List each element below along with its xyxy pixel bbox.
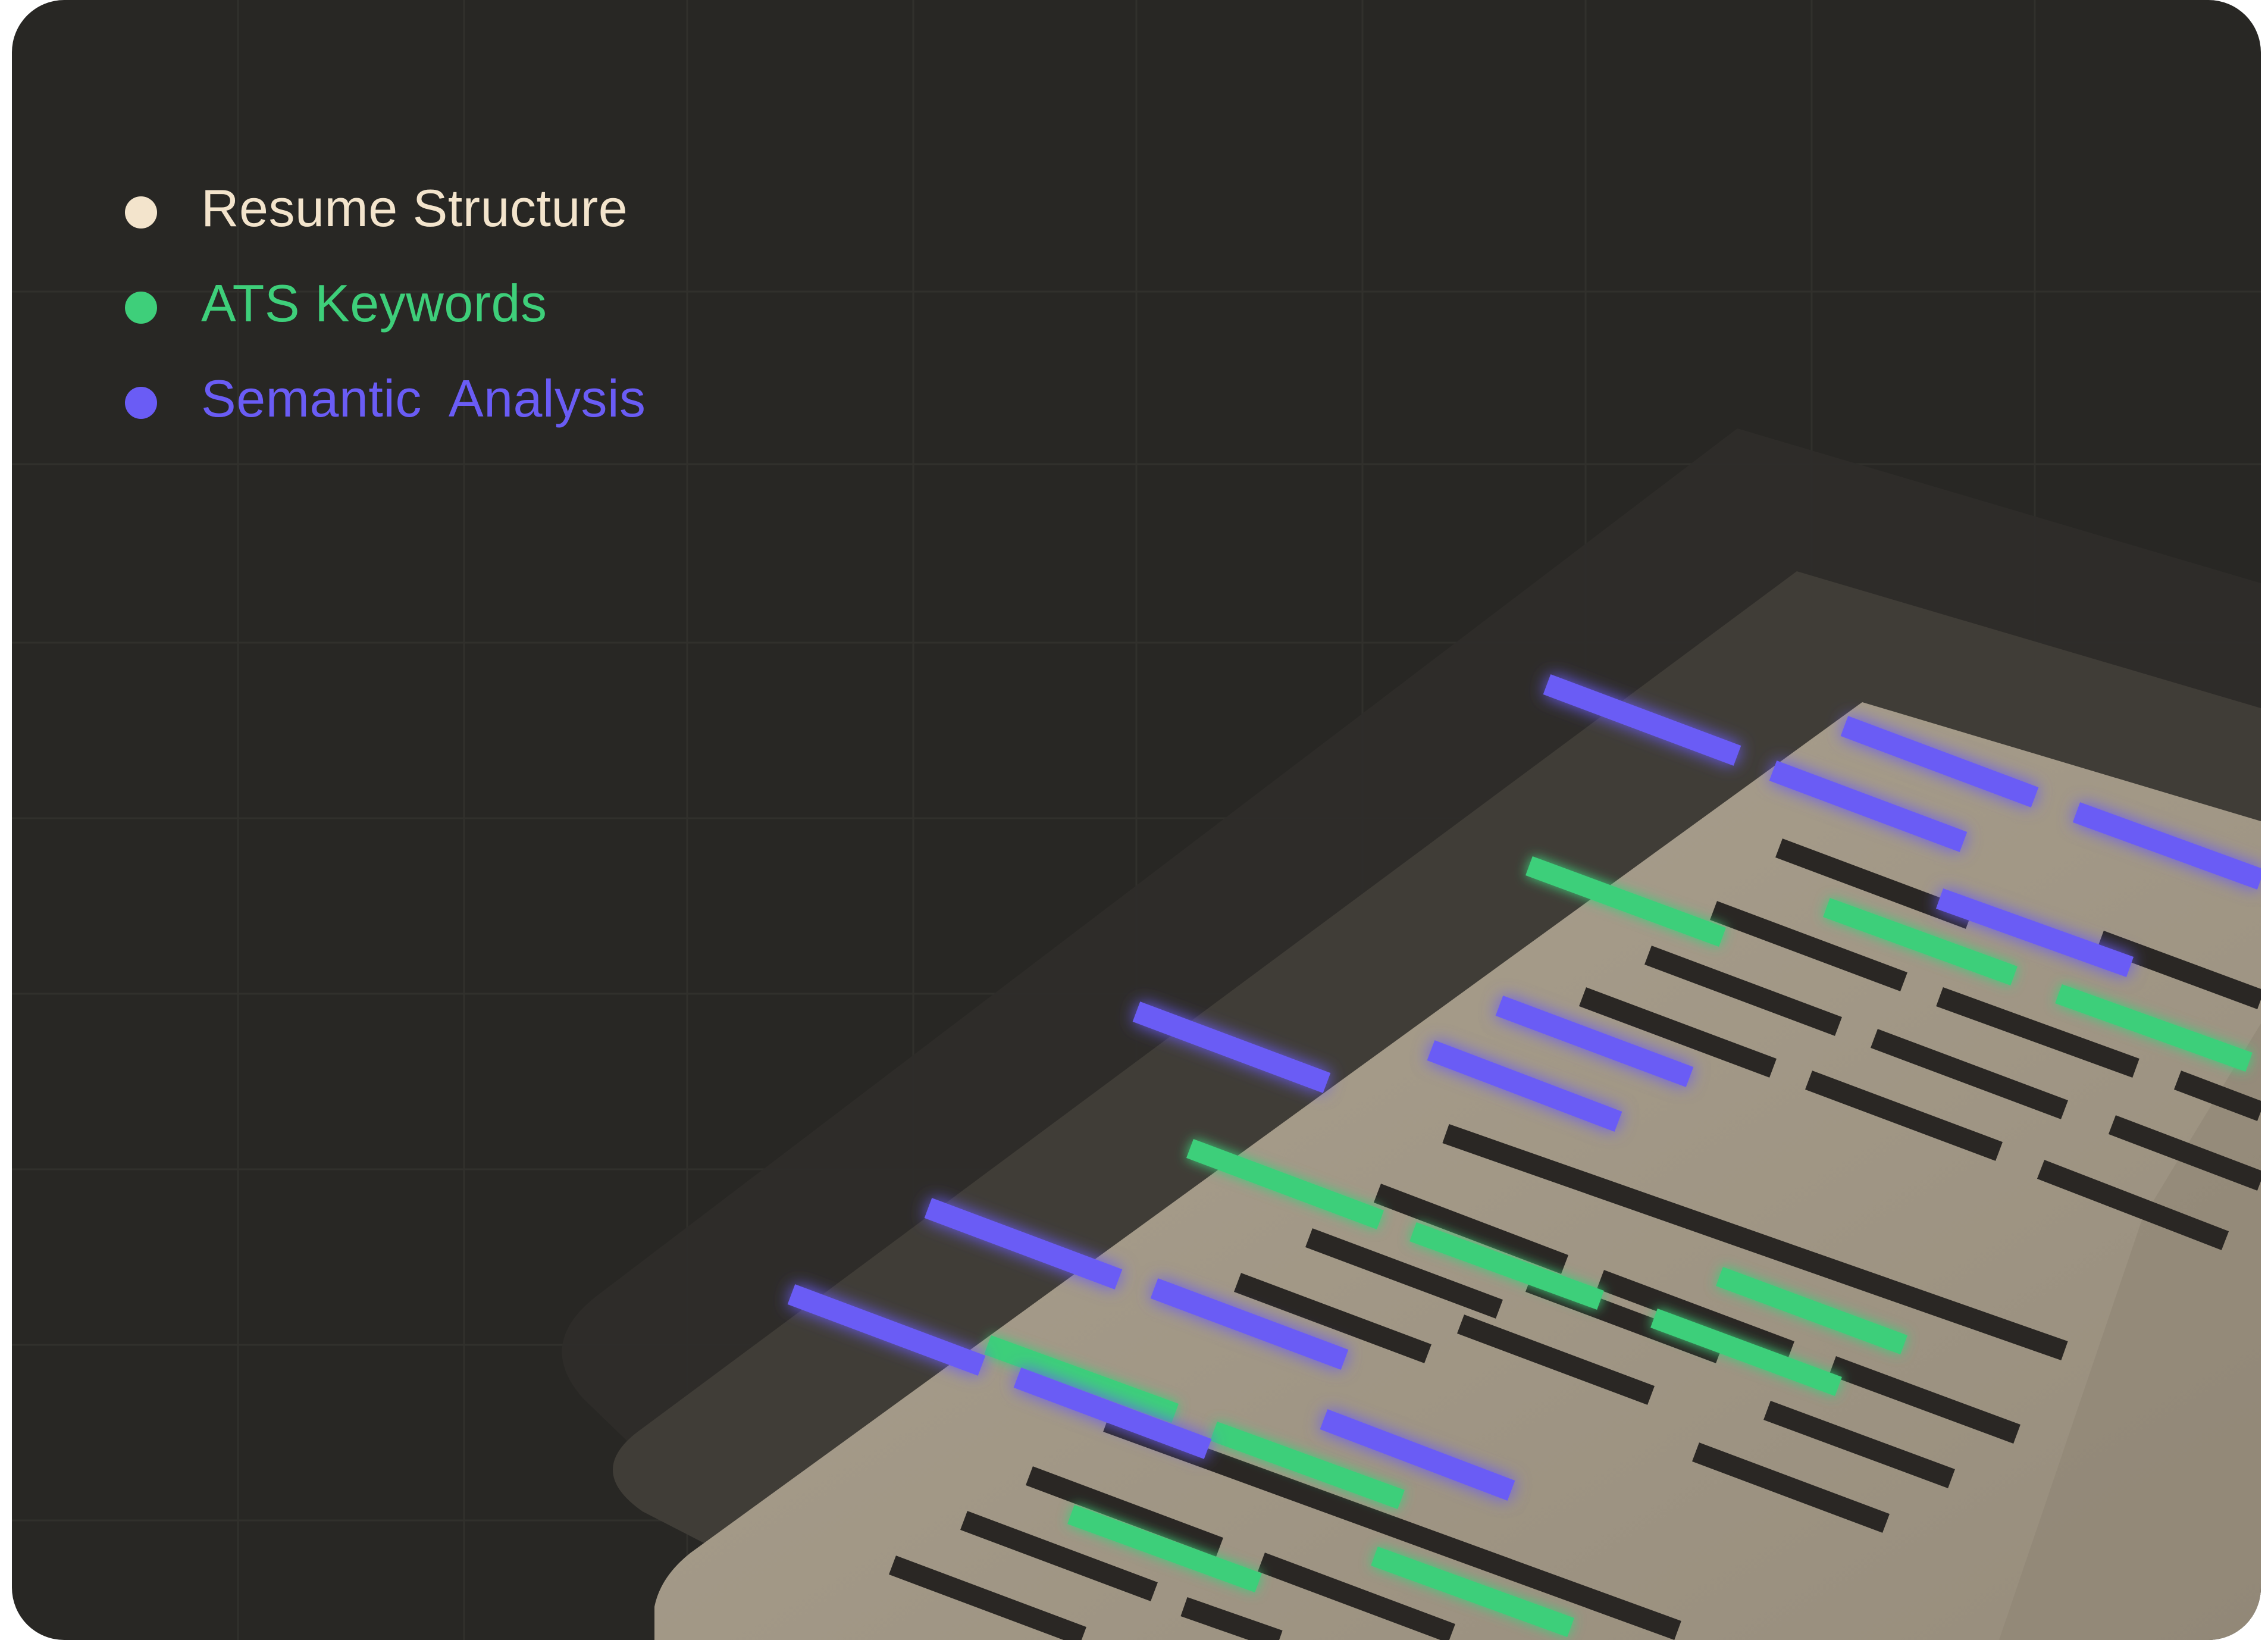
circle-dot-icon [125, 387, 157, 419]
legend-item-semantic-analysis: Semantic Analysis [125, 351, 646, 446]
circle-dot-icon [125, 292, 157, 324]
legend-item-resume-structure: Resume Structure [125, 161, 646, 256]
legend: Resume Structure ATS Keywords Semantic A… [125, 161, 646, 446]
legend-item-ats-keywords: ATS Keywords [125, 256, 646, 351]
circle-dot-icon [125, 196, 157, 229]
legend-label: Resume Structure [201, 179, 628, 237]
legend-label: Semantic Analysis [201, 369, 646, 428]
legend-label: ATS Keywords [201, 274, 547, 333]
illustration-card: Resume Structure ATS Keywords Semantic A… [12, 0, 2261, 1640]
